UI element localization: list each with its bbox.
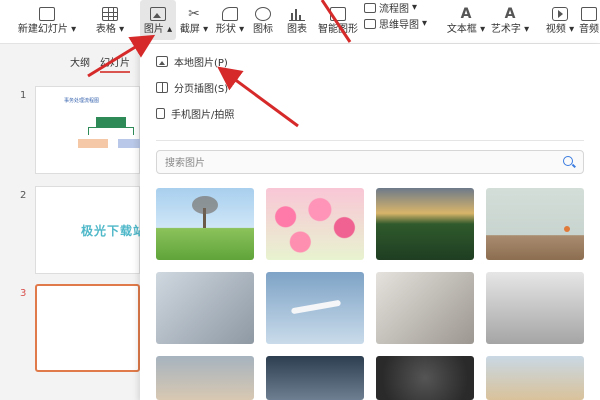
slide-thumbnail-3[interactable]: [35, 284, 140, 372]
panel-tabs: 大纲 幻灯片: [70, 54, 130, 73]
picture-tile[interactable]: [156, 188, 254, 260]
picture-tile[interactable]: [156, 356, 254, 400]
chart-button[interactable]: 图表: [282, 0, 312, 40]
picture-tile[interactable]: [266, 272, 364, 344]
slide-number: 1: [20, 90, 27, 101]
slide2-watermark: 极光下载站: [81, 224, 147, 238]
tab-outline[interactable]: 大纲: [70, 54, 90, 73]
picture-tile[interactable]: [266, 188, 364, 260]
slide-thumbnail-1[interactable]: 事务处理流程图: [35, 86, 146, 174]
picture-tile[interactable]: [376, 188, 474, 260]
table-button[interactable]: 表格 ▾: [92, 0, 128, 40]
picture-tile[interactable]: [376, 272, 474, 344]
smartart-icon: [330, 7, 346, 21]
mindmap-button[interactable]: 思维导图 ▾: [364, 16, 427, 31]
picture-tile[interactable]: [486, 272, 584, 344]
new-slide-icon: [39, 7, 55, 21]
picture-icon: [150, 7, 166, 21]
shape-button[interactable]: 形状 ▾: [212, 0, 248, 40]
picture-tile[interactable]: [376, 356, 474, 400]
slide-panel: 大纲 幻灯片 1 事务处理流程图 2 极光下载站 3: [0, 44, 146, 400]
icons-icon: [255, 7, 271, 21]
split-picture-icon: [156, 82, 168, 93]
picture-icon: [156, 56, 168, 67]
video-button[interactable]: 视频 ▾: [544, 0, 576, 40]
slide1-connector: [88, 127, 134, 135]
icon-button[interactable]: 图标: [248, 0, 278, 40]
slide1-box: [78, 139, 108, 148]
picture-tile[interactable]: [486, 188, 584, 260]
flowchart-icon: [364, 2, 376, 13]
menu-split-picture[interactable]: 分页插图(S): [156, 80, 228, 95]
audio-button[interactable]: 音频: [578, 0, 600, 40]
tab-slides[interactable]: 幻灯片: [100, 54, 130, 73]
mindmap-icon: [364, 18, 376, 29]
chart-icon: [289, 7, 305, 21]
new-slide-button[interactable]: 新建幻灯片 ▾: [18, 0, 76, 40]
smartart-button[interactable]: 智能图形: [316, 0, 360, 40]
picture-button[interactable]: 图片 ▴: [140, 0, 176, 40]
shape-icon: [222, 7, 238, 21]
wordart-button[interactable]: A 艺术字 ▾: [490, 0, 530, 40]
picture-tile[interactable]: [486, 356, 584, 400]
ribbon-toolbar: 新建幻灯片 ▾ 表格 ▾ 图片 ▴ ✂ 截屏 ▾ 形状 ▾ 图标 图表 智能图形…: [0, 0, 600, 44]
scissors-icon: ✂: [188, 6, 200, 22]
phone-icon: [156, 108, 165, 119]
slide1-box: [96, 117, 126, 127]
slide-number: 3: [20, 288, 27, 299]
screenshot-button[interactable]: ✂ 截屏 ▾: [176, 0, 212, 40]
picture-dropdown: 本地图片(P) 分页插图(S) 手机图片/拍照: [140, 44, 600, 400]
menu-divider: [156, 140, 584, 141]
audio-icon: [581, 7, 597, 21]
textbox-icon: A: [460, 6, 472, 22]
picture-tile[interactable]: [266, 356, 364, 400]
slide-thumbnail-2[interactable]: 极光下载站: [35, 186, 145, 274]
wordart-icon: A: [504, 6, 516, 22]
table-icon: [102, 7, 118, 21]
menu-local-picture[interactable]: 本地图片(P): [156, 54, 228, 69]
video-icon: [552, 7, 568, 21]
slide-number: 2: [20, 190, 27, 201]
picture-search-box: [156, 150, 584, 174]
search-input[interactable]: [165, 155, 545, 171]
slide1-title: 事务处理流程图: [64, 98, 100, 104]
picture-tile[interactable]: [156, 272, 254, 344]
flowchart-button[interactable]: 流程图 ▾: [364, 0, 417, 15]
menu-phone-picture[interactable]: 手机图片/拍照: [156, 106, 234, 121]
search-icon[interactable]: [563, 156, 573, 166]
textbox-button[interactable]: A 文本框 ▾: [446, 0, 486, 40]
